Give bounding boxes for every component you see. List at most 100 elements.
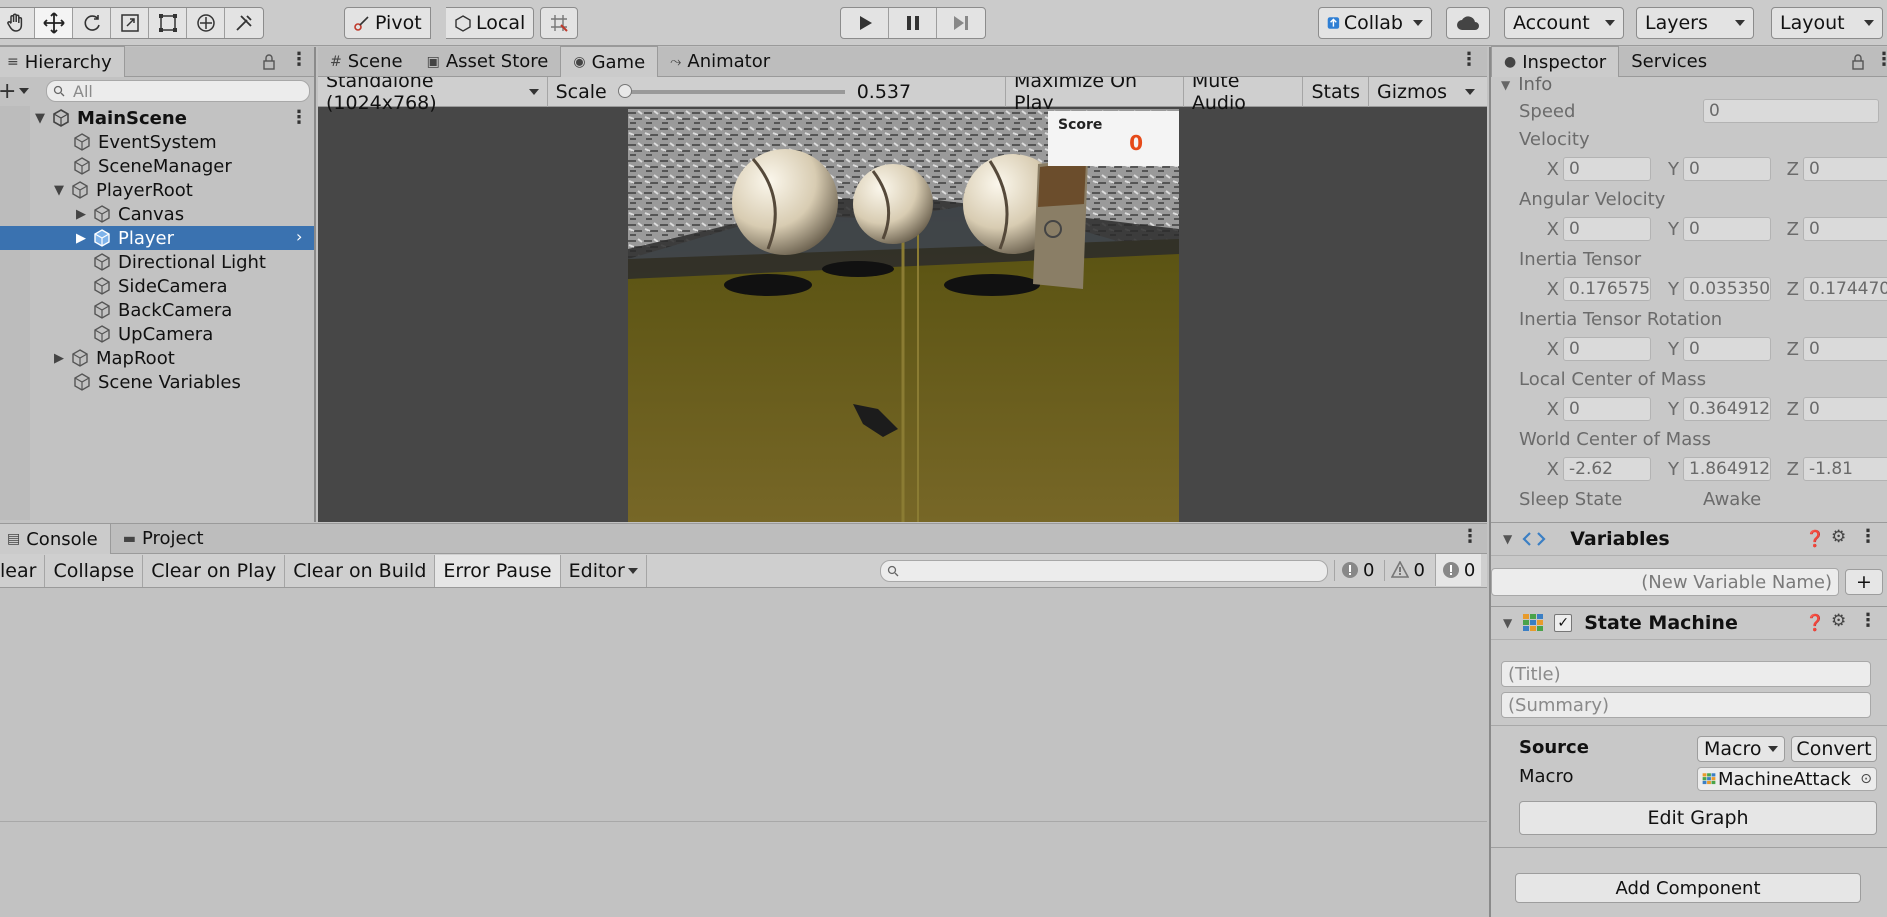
- settings-sliders-icon[interactable]: ⚙: [1831, 611, 1846, 631]
- tab-services[interactable]: Services: [1619, 47, 1719, 77]
- stats-toggle[interactable]: Stats: [1303, 76, 1369, 107]
- tab-inspector[interactable]: ● Inspector: [1491, 46, 1620, 77]
- macro-object-field[interactable]: MachineAttack ⊙: [1697, 767, 1877, 791]
- axis-y-label: Y: [1668, 458, 1679, 480]
- tree-row-sidecamera[interactable]: SideCamera: [0, 274, 314, 298]
- scale-slider-thumb[interactable]: [617, 83, 632, 98]
- play-button[interactable]: [841, 8, 889, 38]
- step-button[interactable]: [937, 8, 985, 38]
- tree-row-backcamera[interactable]: BackCamera: [0, 298, 314, 322]
- move-tool-button[interactable]: [35, 8, 73, 38]
- custom-tool-button[interactable]: [225, 8, 263, 38]
- tab-asset-store[interactable]: ▣ Asset Store: [415, 47, 561, 77]
- collapse-arrow-icon[interactable]: ▶: [74, 207, 88, 222]
- local-toggle[interactable]: Local: [446, 7, 535, 39]
- collapse-arrow-icon[interactable]: ▶: [74, 231, 88, 246]
- more-options-icon[interactable]: ⋮: [1460, 49, 1478, 70]
- tab-hierarchy[interactable]: ≡ Hierarchy: [0, 46, 125, 77]
- tab-console[interactable]: ▤ Console: [0, 523, 111, 554]
- object-picker-icon[interactable]: ⊙: [1860, 771, 1872, 787]
- info-foldout[interactable]: ▼ Info: [1501, 74, 1552, 95]
- more-options-icon[interactable]: ⋮: [1461, 526, 1479, 547]
- add-variable-button[interactable]: +: [1845, 569, 1883, 595]
- lock-icon[interactable]: [1851, 54, 1865, 70]
- tab-scene[interactable]: # Scene: [318, 47, 415, 77]
- new-variable-name-input[interactable]: (New Variable Name): [1491, 568, 1839, 596]
- rotate-tool-button[interactable]: [73, 8, 111, 38]
- convert-button[interactable]: Convert: [1791, 736, 1877, 762]
- snap-button[interactable]: [540, 7, 578, 39]
- collapse-toggle[interactable]: Collapse: [45, 554, 144, 587]
- tab-asset-store-label: Asset Store: [445, 51, 549, 72]
- gizmos-dropdown[interactable]: [1455, 77, 1487, 107]
- tab-game[interactable]: ◉ Game: [560, 46, 659, 77]
- tree-row-maproot[interactable]: ▶ MapRoot: [0, 346, 314, 370]
- tree-row-mainscene[interactable]: ▼ MainScene ⋮: [0, 106, 314, 130]
- source-dropdown[interactable]: Macro: [1697, 736, 1785, 762]
- tab-animator[interactable]: ⤳ Animator: [658, 47, 782, 77]
- tree-row-upcamera[interactable]: UpCamera: [0, 322, 314, 346]
- cloud-button[interactable]: [1446, 7, 1490, 39]
- tree-row-player[interactable]: ▶ Player ›: [0, 226, 314, 250]
- scale-tool-button[interactable]: [111, 8, 149, 38]
- error-count-toggle[interactable]: 0: [1434, 554, 1482, 586]
- collapse-arrow-icon[interactable]: ▶: [52, 351, 66, 366]
- edit-graph-button[interactable]: Edit Graph: [1519, 801, 1877, 835]
- pause-button[interactable]: [889, 8, 937, 38]
- more-options-icon[interactable]: ⋮: [1875, 49, 1887, 70]
- collab-dropdown[interactable]: Collab: [1318, 7, 1432, 39]
- create-dropdown-icon[interactable]: [19, 88, 30, 94]
- expand-arrow-icon[interactable]: ▼: [33, 111, 47, 126]
- create-plus-icon[interactable]: +: [0, 79, 16, 104]
- title-input[interactable]: (Title): [1501, 661, 1871, 687]
- tree-row-scene-variables[interactable]: Scene Variables: [0, 370, 314, 394]
- chevron-right-icon[interactable]: ›: [296, 227, 302, 246]
- info-icon: ●: [1504, 54, 1517, 70]
- warning-count-toggle[interactable]: 0: [1384, 559, 1430, 581]
- component-enabled-checkbox[interactable]: ✓: [1554, 614, 1573, 632]
- editor-dropdown[interactable]: Editor: [561, 554, 647, 587]
- clear-on-build-toggle[interactable]: Clear on Build: [285, 554, 436, 587]
- console-search-input[interactable]: [880, 560, 1328, 582]
- summary-input[interactable]: (Summary): [1501, 692, 1871, 718]
- variables-component-header[interactable]: ▼ Variables ❓ ⚙ ⋮: [1491, 522, 1887, 556]
- component-menu-icon[interactable]: ⋮: [1859, 526, 1877, 547]
- mute-audio-toggle[interactable]: Mute Audio: [1184, 70, 1304, 114]
- scale-slider[interactable]: [617, 83, 845, 98]
- gizmos-toggle[interactable]: Gizmos: [1369, 77, 1455, 107]
- hand-tool-button[interactable]: [0, 8, 35, 38]
- resolution-dropdown[interactable]: Standalone (1024x768): [318, 70, 548, 114]
- help-icon[interactable]: ❓: [1805, 613, 1825, 632]
- account-dropdown[interactable]: Account: [1504, 7, 1624, 39]
- tree-row-canvas[interactable]: ▶ Canvas: [0, 202, 314, 226]
- scene-options-icon[interactable]: ⋮: [290, 107, 308, 128]
- chevron-down-icon: [1413, 20, 1423, 26]
- tree-row-scenemanager[interactable]: SceneManager: [0, 154, 314, 178]
- info-count-toggle[interactable]: 0: [1334, 559, 1380, 581]
- game-render-view[interactable]: Score 0: [628, 109, 1179, 522]
- tree-row-label: MapRoot: [96, 347, 175, 369]
- clear-on-play-toggle[interactable]: Clear on Play: [143, 554, 286, 587]
- layers-dropdown[interactable]: Layers: [1636, 7, 1754, 39]
- tab-project[interactable]: ▬ Project: [111, 524, 216, 554]
- settings-sliders-icon[interactable]: ⚙: [1831, 527, 1846, 547]
- pivot-toggle[interactable]: Pivot: [344, 7, 431, 39]
- layout-dropdown[interactable]: Layout: [1771, 7, 1883, 39]
- component-menu-icon[interactable]: ⋮: [1859, 610, 1877, 631]
- maximize-on-play-toggle[interactable]: Maximize On Play: [1006, 70, 1184, 114]
- lock-icon[interactable]: [262, 54, 276, 70]
- tree-row-eventsystem[interactable]: EventSystem: [0, 130, 314, 154]
- state-machine-component-header[interactable]: ▼ ✓ State Machine ❓ ⚙ ⋮: [1491, 606, 1887, 640]
- clear-button[interactable]: lear: [0, 554, 46, 587]
- add-component-button[interactable]: Add Component: [1515, 873, 1861, 903]
- tree-row-playerroot[interactable]: ▼ PlayerRoot: [0, 178, 314, 202]
- more-options-icon[interactable]: ⋮: [290, 49, 308, 70]
- help-icon[interactable]: ❓: [1805, 529, 1825, 548]
- tree-row-directional-light[interactable]: Directional Light: [0, 250, 314, 274]
- rect-tool-button[interactable]: [149, 8, 187, 38]
- expand-arrow-icon[interactable]: ▼: [52, 183, 66, 198]
- error-pause-toggle[interactable]: Error Pause: [435, 554, 561, 587]
- chevron-down-icon: [1735, 20, 1745, 26]
- transform-tool-button[interactable]: [187, 8, 225, 38]
- hierarchy-search-input[interactable]: All: [46, 80, 310, 102]
